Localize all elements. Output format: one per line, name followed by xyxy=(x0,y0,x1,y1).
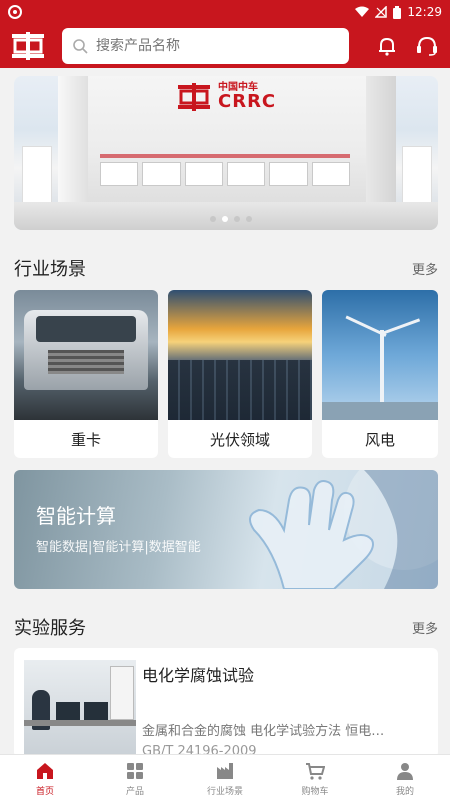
industry-section-header: 行业场景 更多 xyxy=(14,253,438,283)
solar-image xyxy=(168,290,312,420)
search-input[interactable] xyxy=(96,38,336,54)
nav-label: 产品 xyxy=(125,786,144,797)
wifi-icon xyxy=(355,6,370,17)
lab-more-link[interactable]: 更多 xyxy=(412,618,438,637)
lab-section-title: 实验服务 xyxy=(14,618,86,639)
grid-icon xyxy=(124,760,146,782)
nav-label: 购物车 xyxy=(301,786,329,797)
nav-label: 首页 xyxy=(35,786,54,797)
scene-label: 重卡 xyxy=(70,430,101,449)
user-icon xyxy=(394,760,416,782)
scene-label: 风电 xyxy=(364,430,395,449)
banner-screens xyxy=(100,162,350,186)
banner-brand-en: CRRC xyxy=(218,91,277,112)
nav-label: 行业场景 xyxy=(206,786,243,797)
robot-hand-image xyxy=(249,470,438,589)
banner-red-strip xyxy=(100,154,350,158)
smart-title: 智能计算 xyxy=(36,504,116,528)
lab-service-card[interactable]: 电化学腐蚀试验 金属和合金的腐蚀 电化学试验方法 恒电… GB/T 24196-… xyxy=(14,648,438,758)
search-box[interactable] xyxy=(62,28,349,64)
lab-section-header: 实验服务 更多 xyxy=(14,612,438,642)
wind-image xyxy=(322,290,438,420)
lab-image xyxy=(24,660,136,758)
bottom-nav: 首页 产品 行业场景 购物车 我的 xyxy=(0,754,450,801)
factory-icon xyxy=(214,760,236,782)
scene-label: 光伏领域 xyxy=(209,430,270,449)
carousel-dot[interactable] xyxy=(234,216,240,222)
industry-section-title: 行业场景 xyxy=(14,259,86,280)
signal-off-icon xyxy=(375,6,388,18)
nav-label: 我的 xyxy=(395,786,414,797)
nav-home[interactable]: 首页 xyxy=(0,755,90,801)
scene-card-truck[interactable]: 重卡 xyxy=(14,290,158,458)
lab-card-title: 电化学腐蚀试验 xyxy=(142,666,255,685)
battery-icon xyxy=(393,5,402,19)
banner-brand: 中国中车 CRRC xyxy=(176,82,276,112)
smart-computing-banner[interactable]: 智能计算 智能数据|智能计算|数据智能 xyxy=(14,470,438,589)
hero-banner[interactable]: 中国中车 CRRC xyxy=(14,76,438,230)
crrc-mark-icon xyxy=(178,83,210,111)
cart-icon xyxy=(304,760,326,782)
search-icon xyxy=(73,39,88,54)
industry-more-link[interactable]: 更多 xyxy=(412,259,438,278)
nav-industry[interactable]: 行业场景 xyxy=(180,755,270,801)
banner-side-display xyxy=(22,146,52,206)
truck-image xyxy=(14,290,158,420)
scene-card-solar[interactable]: 光伏领域 xyxy=(168,290,312,458)
nav-mine[interactable]: 我的 xyxy=(360,755,450,801)
nav-cart[interactable]: 购物车 xyxy=(270,755,360,801)
headset-icon[interactable] xyxy=(414,33,440,59)
smart-subtitle: 智能数据|智能计算|数据智能 xyxy=(36,540,201,555)
scene-card-wind[interactable]: 风电 xyxy=(322,290,438,458)
nav-products[interactable]: 产品 xyxy=(90,755,180,801)
carousel-dot[interactable] xyxy=(210,216,216,222)
bell-icon[interactable] xyxy=(374,33,400,59)
status-time: 12:29 xyxy=(407,5,442,19)
status-bar: 12:29 xyxy=(0,0,450,24)
app-header xyxy=(0,24,450,68)
banner-side-display xyxy=(402,146,432,206)
carousel-dot[interactable] xyxy=(246,216,252,222)
home-icon xyxy=(34,760,56,782)
lab-card-desc: 金属和合金的腐蚀 电化学试验方法 恒电… xyxy=(142,724,385,739)
carousel-dots[interactable] xyxy=(210,216,252,222)
carousel-dot-active[interactable] xyxy=(222,216,228,222)
app-notification-icon xyxy=(8,5,22,19)
crrc-logo-icon[interactable] xyxy=(10,30,46,62)
